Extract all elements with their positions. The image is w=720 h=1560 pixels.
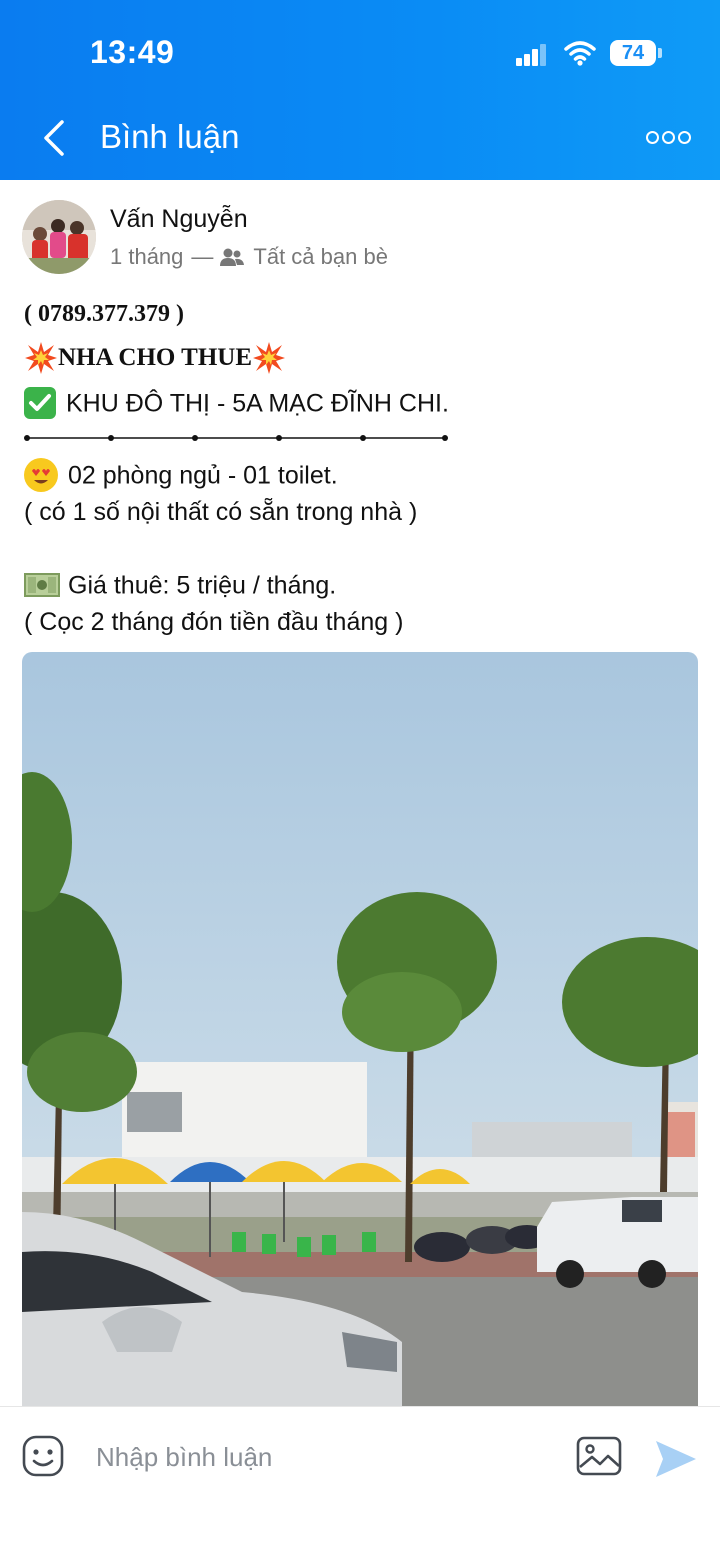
battery-indicator: 74	[610, 40, 656, 66]
furniture-line: ( có 1 số nội thất có sẵn trong nhà )	[24, 498, 418, 526]
headline-text: NHA CHO THUE	[58, 344, 253, 371]
phone-line: ( 0789.377.379 )	[24, 301, 184, 327]
post-audience: Tất cả bạn bè	[253, 244, 388, 269]
avatar[interactable]	[22, 200, 96, 274]
back-button[interactable]	[36, 116, 76, 160]
battery-tip	[658, 48, 662, 58]
collision-icon	[25, 342, 57, 374]
friends-icon	[220, 248, 245, 266]
post-time: 1 tháng	[110, 244, 184, 269]
wifi-icon	[564, 41, 596, 66]
heart-eyes-face-icon	[24, 458, 58, 493]
image-icon	[576, 1436, 622, 1476]
rooms-text: 02 phòng ngủ - 01 toilet.	[68, 461, 338, 490]
cellular-signal-icon	[516, 44, 548, 66]
send-button[interactable]	[654, 1439, 698, 1479]
check-mark-icon	[24, 387, 56, 420]
location-line: KHU ĐÔ THỊ - 5A MẠC ĐĨNH CHI.	[24, 384, 449, 421]
post-photo[interactable]	[22, 652, 698, 1412]
post-meta: 1 tháng — Tất cả bạn bè	[110, 244, 388, 270]
chevron-left-icon	[44, 120, 64, 156]
sticker-button[interactable]	[22, 1435, 64, 1477]
deposit-line: ( Cọc 2 tháng đón tiền đầu tháng )	[24, 608, 404, 636]
rooms-line: 02 phòng ngủ - 01 toilet.	[24, 456, 338, 493]
app-header: 13:49 74 Bình luận	[0, 0, 720, 180]
dollar-bill-icon	[24, 573, 60, 598]
collision-icon	[253, 342, 286, 374]
more-options-button[interactable]	[646, 128, 692, 148]
price-text: Giá thuê: 5 triệu / tháng.	[68, 571, 337, 600]
comment-input[interactable]	[96, 1439, 536, 1475]
comment-bar	[0, 1406, 720, 1560]
price-line: Giá thuê: 5 triệu / tháng.	[24, 566, 336, 603]
status-time: 13:49	[90, 34, 175, 70]
sticker-smile-icon	[22, 1435, 64, 1477]
divider-dots	[24, 435, 448, 441]
author-name[interactable]: Vấn Nguyễn	[110, 205, 248, 234]
location-text: KHU ĐÔ THỊ - 5A MẠC ĐĨNH CHI.	[66, 389, 449, 418]
headline-line: NHA CHO THUE	[24, 340, 286, 376]
page-title: Bình luận	[100, 118, 240, 155]
more-dots-icon	[646, 131, 659, 144]
meta-separator: —	[191, 244, 214, 269]
image-button[interactable]	[576, 1435, 622, 1477]
send-icon	[656, 1441, 696, 1477]
